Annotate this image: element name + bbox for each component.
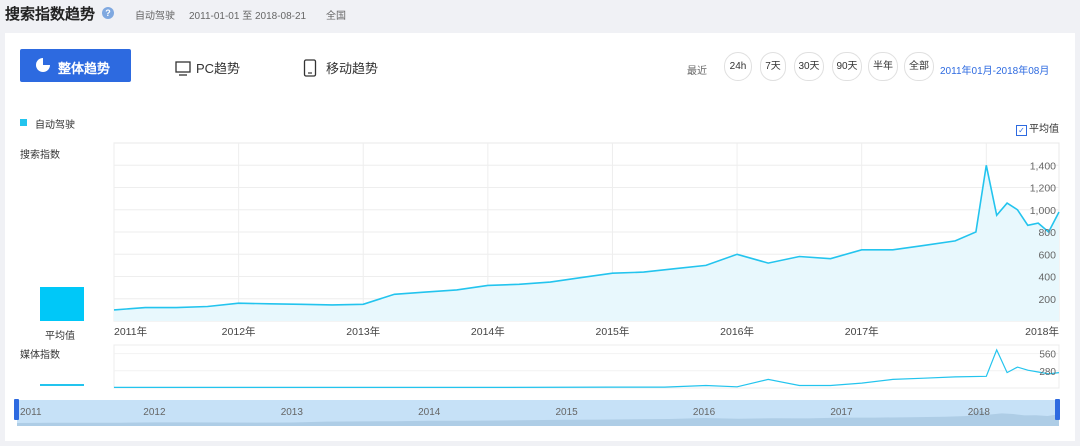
range-90d-button[interactable]: 90天 (832, 52, 862, 81)
selected-period[interactable]: 2011年01月-2018年08月 (940, 62, 1049, 77)
range-30d-button[interactable]: 30天 (794, 52, 824, 81)
trend-panel: 整体趋势 PC趋势 移动趋势 最近 24h 7天 30天 90天 半年 全部 2… (5, 33, 1075, 441)
search-index-title: 搜索指数 (20, 150, 60, 161)
phone-icon (303, 59, 317, 77)
region-label: 全国 (326, 11, 346, 22)
checkbox-icon: ✓ (1016, 125, 1027, 136)
average-toggle-label: 平均值 (1029, 124, 1059, 135)
tab-pc-label: PC趋势 (196, 61, 241, 76)
media-index-title: 媒体指数 (20, 350, 60, 361)
help-icon[interactable]: ? (102, 7, 114, 19)
top-bar: 搜索指数趋势 ? 自动驾驶 2011-01-01 至 2018-08-21 全国 (0, 0, 1080, 28)
tab-mobile-label: 移动趋势 (326, 61, 379, 76)
tab-mobile-trend[interactable]: 移动趋势 (303, 58, 378, 77)
legend-series-label[interactable]: 自动驾驶 (35, 116, 75, 131)
range-all-button[interactable]: 全部 (904, 52, 934, 81)
range-label: 最近 (687, 66, 707, 77)
range-7d-button[interactable]: 7天 (760, 52, 786, 81)
legend-swatch (20, 119, 27, 126)
monitor-icon (175, 61, 191, 76)
tab-overall-label: 整体趋势 (58, 61, 111, 76)
average-label: 平均值 (45, 331, 75, 342)
media-average-line (40, 384, 84, 386)
range-24h-button[interactable]: 24h (724, 52, 752, 81)
range-half-year-button[interactable]: 半年 (868, 52, 898, 81)
date-range-label: 2011-01-01 至 2018-08-21 (189, 11, 307, 22)
average-bar (40, 287, 84, 321)
average-toggle[interactable]: ✓ 平均值 (1016, 120, 1059, 136)
page-title: 搜索指数趋势 (5, 6, 96, 23)
tab-pc-trend[interactable]: PC趋势 (175, 58, 240, 77)
keyword-label: 自动驾驶 (135, 11, 175, 22)
tab-overall-trend[interactable]: 整体趋势 (20, 49, 131, 82)
pie-chart-icon (36, 58, 50, 72)
